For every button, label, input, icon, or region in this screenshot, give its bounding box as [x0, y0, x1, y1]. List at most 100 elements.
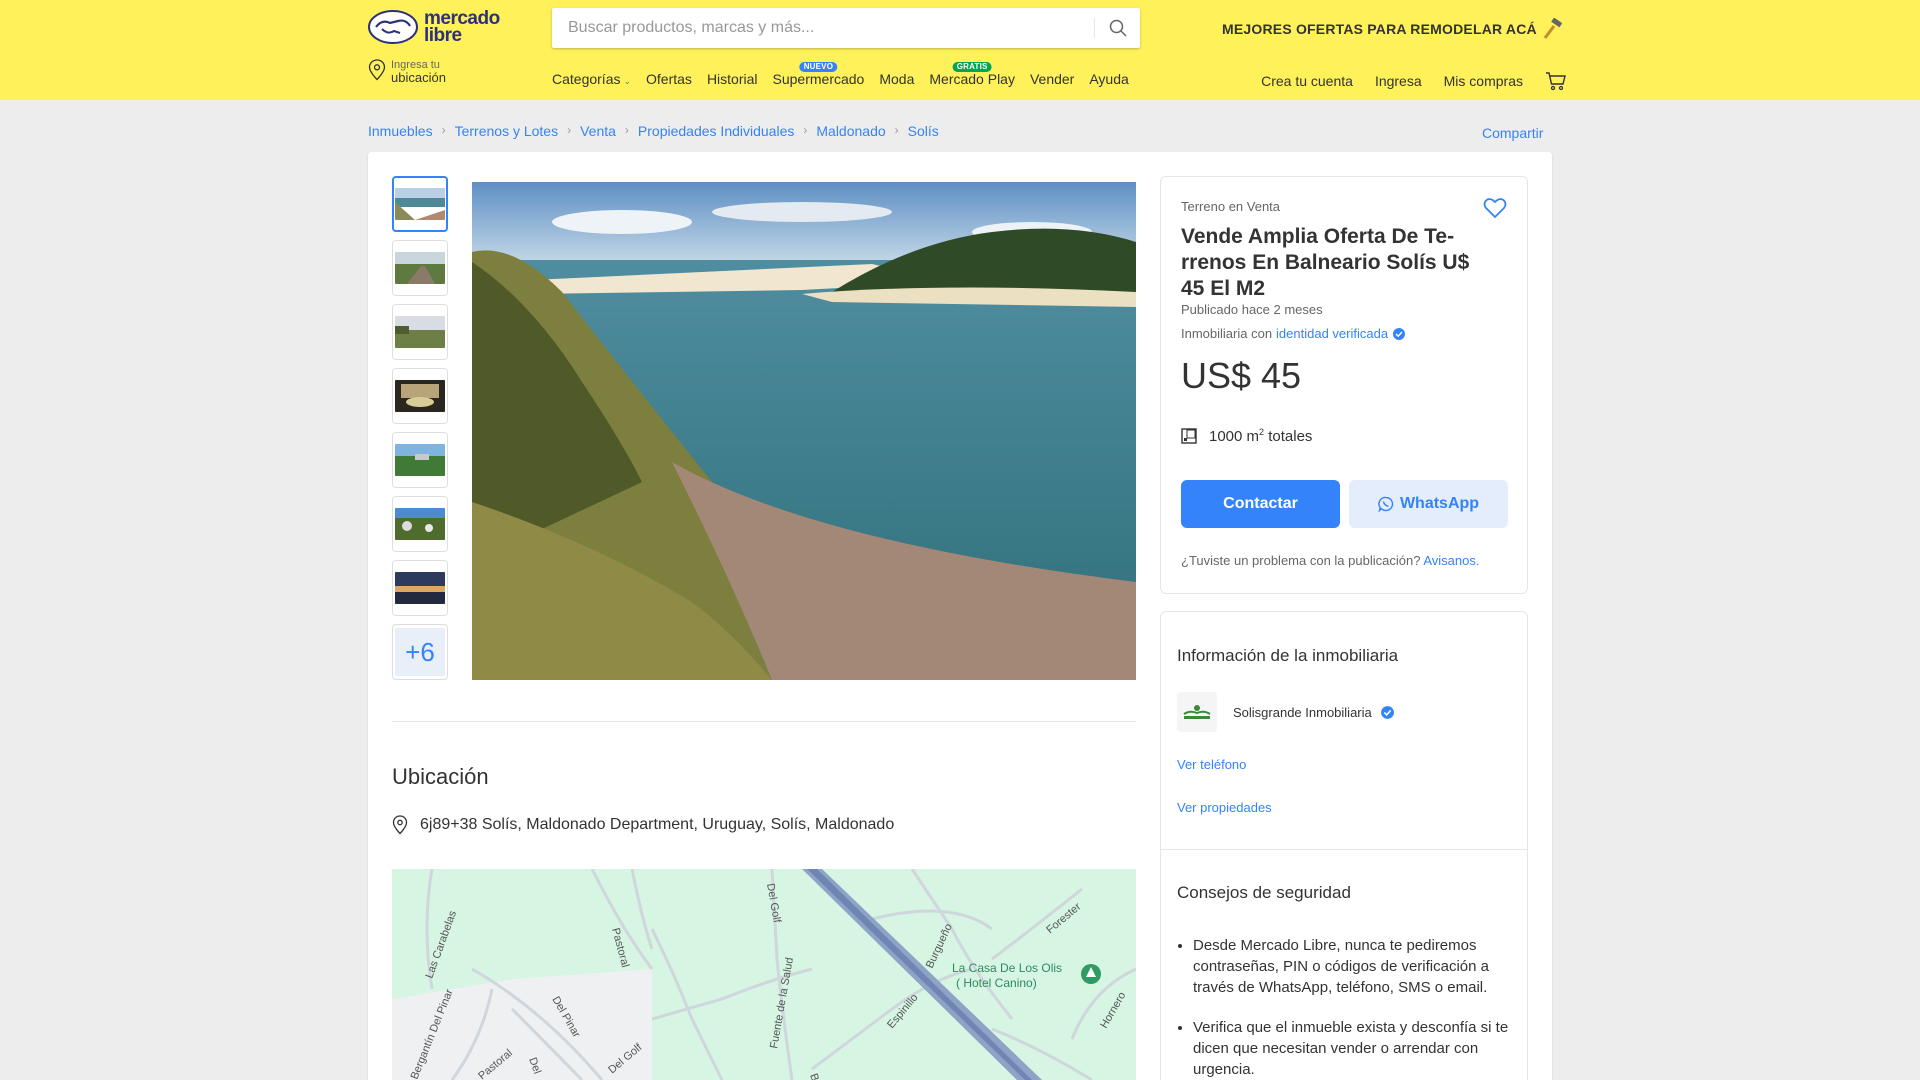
search-icon	[1109, 19, 1127, 37]
favorite-button[interactable]	[1483, 197, 1507, 224]
breadcrumb-propiedades[interactable]: Propiedades Individuales	[638, 123, 794, 139]
seller-logo	[1177, 692, 1217, 732]
seller-divider	[1161, 849, 1527, 850]
location-pin-icon	[392, 815, 408, 835]
create-account-link[interactable]: Crea tu cuenta	[1261, 73, 1353, 89]
published-date: Publicado hace 2 meses	[1181, 302, 1323, 317]
mercadolibre-logo[interactable]: mercado libre	[368, 9, 500, 45]
cart-icon	[1546, 72, 1566, 91]
breadcrumb-venta[interactable]: Venta	[580, 123, 616, 139]
beach-thumbnail-image	[395, 188, 445, 220]
address: 6j89+38 Solís, Maldonado Department, Uru…	[392, 815, 894, 835]
safety-tips-list: Desde Mercado Libre, nunca te pediremos …	[1193, 935, 1517, 1080]
thumbnail-more[interactable]: +6	[392, 624, 448, 680]
nav-ofertas[interactable]: Ofertas	[646, 71, 692, 87]
promo-text: MEJORES OFERTAS PARA REMODELAR ACÁ	[1222, 21, 1537, 37]
chevron-right-icon: ›	[624, 123, 629, 137]
chevron-down-icon: ⌄	[623, 76, 632, 86]
thumbnail-list: +6	[392, 176, 448, 688]
breadcrumb: Inmuebles › Terrenos y Lotes › Venta › P…	[368, 123, 939, 139]
nav-supermercado[interactable]: NUEVO Supermercado	[773, 62, 864, 87]
main-nav: Categorías ⌄ Ofertas Historial NUEVO Supe…	[552, 62, 1144, 87]
seller-name[interactable]: Solisgrande Inmobiliaria	[1233, 705, 1372, 720]
promo-banner[interactable]: MEJORES OFERTAS PARA REMODELAR ACÁ	[1222, 18, 1565, 40]
thumbnail-1[interactable]	[392, 176, 448, 232]
view-properties-link[interactable]: Ver propiedades	[1177, 800, 1272, 815]
listing-condition: Terreno en Venta	[1181, 199, 1281, 214]
share-link[interactable]: Compartir	[1482, 125, 1543, 141]
safety-tip: Verifica que el inmueble exista y descon…	[1193, 1017, 1517, 1080]
report-link[interactable]: Avisanos.	[1423, 553, 1479, 568]
map-canvas: Las Carabelas Del Pinar Bergantín Del Pi…	[392, 869, 1136, 1080]
area-icon	[1181, 428, 1197, 444]
road-thumbnail-image	[395, 252, 445, 284]
whatsapp-label: WhatsApp	[1399, 495, 1480, 512]
breadcrumb-solis[interactable]: Solís	[908, 123, 939, 139]
thumbnail-4[interactable]	[392, 368, 448, 424]
report-problem: ¿Tuviste un problema con la publicación?…	[1181, 553, 1479, 568]
heart-icon	[1483, 198, 1507, 219]
thumbnail-5[interactable]	[392, 432, 448, 488]
nav-mercado-play[interactable]: GRATIS Mercado Play	[929, 62, 1015, 87]
breadcrumb-terrenos[interactable]: Terrenos y Lotes	[455, 123, 559, 139]
location-pin-icon	[368, 59, 386, 81]
location-map[interactable]: Las Carabelas Del Pinar Bergantín Del Pi…	[392, 869, 1136, 1080]
chevron-right-icon: ›	[894, 123, 899, 137]
more-photos-count: +6	[395, 628, 445, 676]
buy-box: Terreno en Venta Vende Amplia Oferta De …	[1160, 176, 1528, 594]
breadcrumb-inmuebles[interactable]: Inmuebles	[368, 123, 433, 139]
thumbnail-6[interactable]	[392, 496, 448, 552]
contact-button[interactable]: Contactar	[1181, 480, 1340, 528]
verified-check-icon	[1380, 705, 1394, 719]
safety-tips-title: Consejos de seguridad	[1177, 883, 1351, 902]
free-badge: GRATIS	[952, 62, 992, 72]
login-link[interactable]: Ingresa	[1375, 73, 1422, 89]
verified-check-icon	[1393, 327, 1406, 340]
nav-moda[interactable]: Moda	[879, 71, 914, 87]
search-bar	[552, 8, 1140, 48]
problem-text: ¿Tuviste un problema con la publicación?	[1181, 553, 1421, 568]
my-purchases-link[interactable]: Mis compras	[1444, 73, 1523, 89]
map-place-name: La Casa De Los Olis	[952, 961, 1062, 975]
thumbnail-3[interactable]	[392, 304, 448, 360]
lagoon-beach-photo	[472, 182, 1136, 680]
seller-section-title: Información de la inmobiliaria	[1177, 646, 1399, 665]
chevron-right-icon: ›	[803, 123, 808, 137]
chevron-right-icon: ›	[441, 123, 446, 137]
handshake-logo-icon	[368, 10, 418, 44]
sunset-thumbnail-image	[395, 572, 445, 604]
nav-vender[interactable]: Vender	[1030, 71, 1074, 87]
search-input[interactable]	[552, 8, 1082, 48]
cart-button[interactable]	[1545, 71, 1567, 91]
address-text: 6j89+38 Solís, Maldonado Department, Uru…	[420, 816, 895, 833]
view-phone-link[interactable]: Ver teléfono	[1177, 757, 1246, 772]
total-area: 1000 m2 totales	[1181, 427, 1312, 445]
map-tree-icon	[1081, 964, 1101, 984]
location-selector[interactable]: Ingresa tu ubicación	[368, 59, 446, 85]
new-badge: NUEVO	[799, 62, 838, 72]
whatsapp-icon	[1378, 496, 1394, 512]
terrace-thumbnail-image	[395, 380, 445, 412]
header: mercado libre MEJORES OFERTAS PARA REMOD…	[0, 0, 1920, 100]
seller-info-box: Información de la inmobiliaria Solisgran…	[1160, 611, 1528, 1080]
verified-identity: Inmobiliaria con identidad verificada	[1181, 326, 1406, 341]
verified-identity-link[interactable]: identidad verificada	[1276, 326, 1388, 341]
field-thumbnail-image	[395, 316, 445, 348]
garden-thumbnail-image	[395, 508, 445, 540]
section-divider	[392, 721, 1136, 722]
thumbnail-2[interactable]	[392, 240, 448, 296]
seller: Solisgrande Inmobiliaria	[1177, 692, 1395, 732]
breadcrumb-maldonado[interactable]: Maldonado	[816, 123, 885, 139]
hill-thumbnail-image	[395, 444, 445, 476]
price: US$ 45	[1181, 355, 1302, 396]
seller-logo-image	[1183, 705, 1211, 719]
whatsapp-button[interactable]: WhatsApp	[1349, 480, 1508, 528]
location-title: Ubicación	[392, 764, 489, 789]
nav-categorias[interactable]: Categorías ⌄	[552, 71, 631, 87]
thumbnail-7[interactable]	[392, 560, 448, 616]
safety-tip: Desde Mercado Libre, nunca te pediremos …	[1193, 935, 1517, 998]
search-button[interactable]	[1095, 8, 1140, 48]
main-photo[interactable]	[472, 182, 1136, 680]
nav-historial[interactable]: Historial	[707, 71, 758, 87]
nav-ayuda[interactable]: Ayuda	[1089, 71, 1128, 87]
